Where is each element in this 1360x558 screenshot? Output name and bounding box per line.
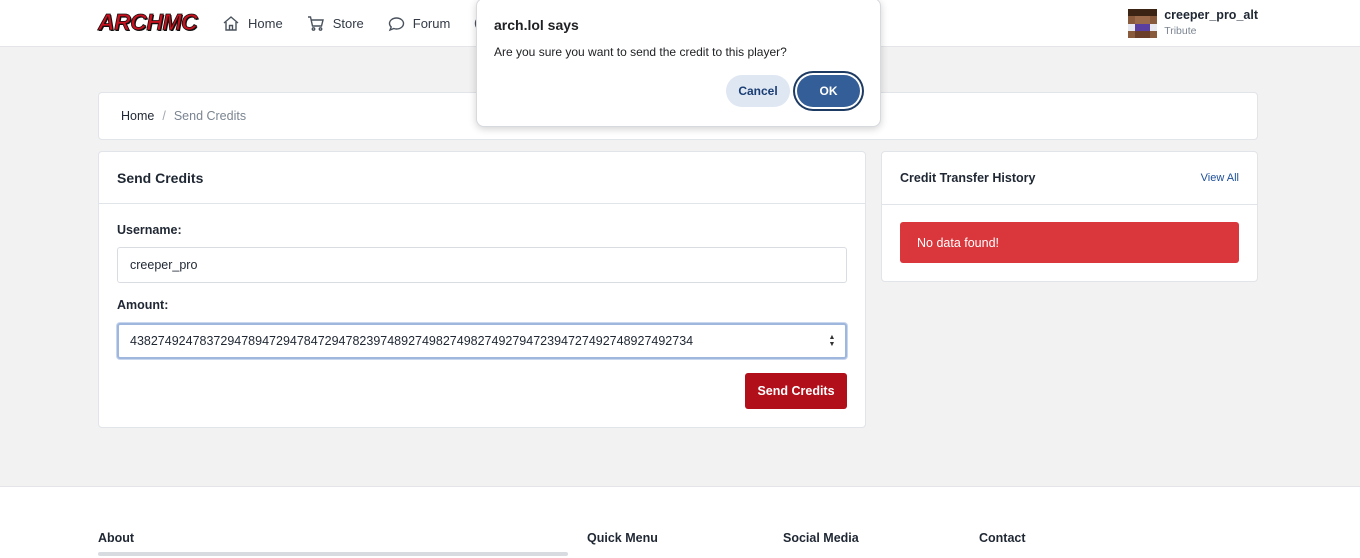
nav-store[interactable]: Store (307, 15, 364, 32)
dialog-title: arch.lol says (494, 17, 579, 33)
number-spinner[interactable]: ▲ ▼ (828, 334, 836, 348)
breadcrumb-home[interactable]: Home (121, 109, 154, 123)
confirm-dialog: arch.lol says Are you sure you want to s… (476, 0, 881, 127)
user-menu[interactable]: creeper_pro_alt Tribute (1128, 9, 1258, 38)
username-label: Username: (117, 223, 182, 237)
home-icon (223, 16, 239, 31)
site-logo[interactable]: ARCHMC (98, 8, 199, 36)
username-input[interactable]: creeper_pro (117, 247, 847, 283)
footer-about-heading: About (98, 531, 135, 545)
history-title: Credit Transfer History (900, 171, 1036, 185)
footer-about-text-cutoff (98, 552, 568, 556)
nav-forum-label: Forum (412, 16, 451, 31)
cart-icon (307, 16, 324, 31)
credit-history-card: Credit Transfer History View All No data… (881, 151, 1258, 282)
send-credits-card: Send Credits Username: creeper_pro Amoun… (98, 151, 866, 428)
amount-value: 4382749247837294789472947847294782397489… (130, 334, 694, 348)
nav-home[interactable]: Home (222, 15, 283, 32)
send-credits-button[interactable]: Send Credits (745, 373, 847, 409)
amount-label: Amount: (117, 298, 169, 312)
user-name: creeper_pro_alt (1164, 8, 1258, 22)
logo-text: ARCHMC (98, 8, 199, 35)
user-rank: Tribute (1164, 25, 1197, 37)
breadcrumb-separator: / (162, 109, 166, 123)
nav-store-label: Store (332, 16, 364, 31)
dialog-cancel-button[interactable]: Cancel (726, 75, 790, 107)
dialog-message: Are you sure you want to send the credit… (494, 45, 787, 59)
avatar (1128, 9, 1158, 38)
chat-bubble-icon (388, 16, 404, 31)
amount-input[interactable]: 4382749247837294789472947847294782397489… (117, 323, 847, 359)
username-value: creeper_pro (130, 258, 198, 272)
footer-quick-menu-heading: Quick Menu (587, 531, 658, 545)
breadcrumb-current: Send Credits (173, 109, 247, 123)
nav-forum[interactable]: Forum (388, 16, 451, 32)
spinner-up-icon[interactable]: ▲ (829, 334, 836, 341)
nav-home-label: Home (248, 16, 283, 31)
site-footer: About Quick Menu Social Media Contact (0, 486, 1360, 558)
no-data-alert: No data found! (900, 222, 1239, 263)
footer-social-heading: Social Media (783, 531, 859, 545)
footer-contact-heading: Contact (979, 531, 1026, 545)
send-credits-title: Send Credits (99, 152, 865, 204)
spinner-down-icon[interactable]: ▼ (829, 341, 836, 348)
view-all-link[interactable]: View All (1201, 172, 1239, 184)
dialog-ok-button[interactable]: OK (797, 75, 860, 107)
history-header: Credit Transfer History View All (882, 152, 1257, 205)
